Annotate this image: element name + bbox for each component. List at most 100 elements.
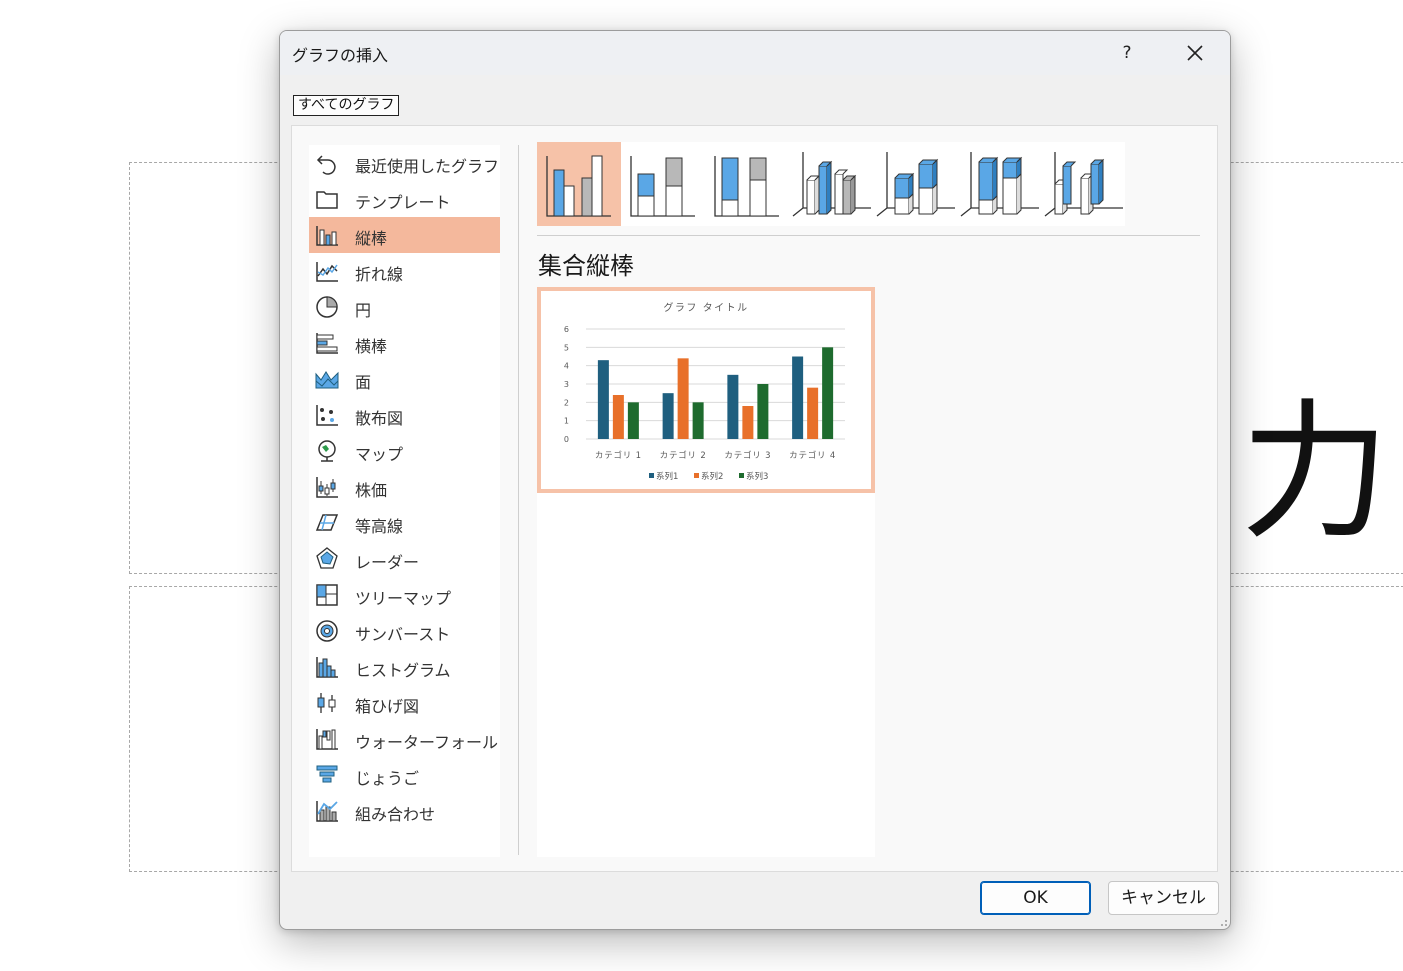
sidebar-item-label: サンバースト (355, 625, 451, 644)
sidebar-item[interactable]: 面 (309, 361, 500, 397)
sidebar-item-label: ウォーターフォール (355, 733, 499, 752)
clustered-column-icon (546, 155, 611, 217)
help-button[interactable]: ? (1112, 37, 1142, 69)
subtype-thumb[interactable] (957, 142, 1041, 226)
chart-preview[interactable]: グラフ タイトル 0 1 2 3 4 5 6 カテゴリ 1 カテゴリ 2 カテゴリ 3 カテゴリ 4 系… (537, 287, 875, 493)
sidebar-item-label: 箱ひげ図 (355, 697, 420, 716)
y-tick-label: 1 (564, 417, 569, 426)
subtype-thumb[interactable] (1041, 142, 1125, 226)
sidebar-item-label: テンプレート (355, 193, 451, 212)
scatter-chart-icon (316, 405, 338, 426)
close-button[interactable] (1176, 37, 1214, 69)
sidebar-item-label: ヒストグラム (355, 661, 451, 680)
sidebar-item[interactable]: レーダー (309, 541, 500, 577)
sidebar-item[interactable]: ヒストグラム (309, 649, 500, 685)
sidebar-item[interactable]: じょうご (309, 757, 500, 793)
sidebar-item[interactable]: 最近使用したグラフ (309, 145, 500, 181)
sidebar-item[interactable]: 縦棒 (309, 217, 500, 253)
3d-stacked-column-icon (876, 152, 955, 217)
chart-bar (597, 360, 609, 439)
legend-label: 系列3 (746, 471, 768, 482)
slide-text-glyph: 力 (1240, 386, 1391, 560)
sidebar-item[interactable]: ウォーターフォール (309, 721, 500, 757)
sidebar-item-label: 株価 (355, 481, 388, 500)
bar-chart-icon (316, 333, 338, 354)
subtype-thumb[interactable] (705, 142, 789, 226)
3d-100-stacked-column-icon (960, 152, 1039, 217)
subtype-thumb[interactable] (873, 142, 957, 226)
sidebar-item[interactable]: 組み合わせ (309, 793, 500, 829)
ok-button[interactable]: OK (980, 881, 1091, 915)
3d-column-icon (1044, 152, 1123, 217)
sidebar-item[interactable]: マップ (309, 433, 500, 469)
chart-title: グラフ タイトル (663, 301, 748, 314)
template-folder-icon (316, 191, 338, 209)
sidebar-item-label: 等高線 (355, 517, 404, 536)
chart-bar (757, 384, 769, 439)
chart-panel: 最近使用したグラフ テンプレート 縦棒折れ線円横棒面散布図マップ株価等高線レーダーツ… (291, 125, 1218, 872)
combo-chart-icon (316, 801, 338, 822)
chart-bar (627, 402, 639, 439)
tab-all-charts[interactable]: すべてのグラフ (293, 95, 400, 116)
chart-bar (677, 358, 689, 439)
sidebar-item-label: 組み合わせ (355, 805, 436, 824)
area-chart-icon (315, 371, 339, 389)
x-tick-label: カテゴリ 3 (724, 450, 771, 461)
chart-preview-svg: グラフ タイトル 0 1 2 3 4 5 6 カテゴリ 1 カテゴリ 2 カテゴリ 3 カテゴリ 4 系… (564, 301, 845, 482)
funnel-chart-icon (316, 765, 338, 783)
surface-chart-icon (315, 514, 339, 531)
sidebar-item[interactable]: 散布図 (309, 397, 500, 433)
close-icon (1187, 45, 1203, 61)
map-chart-icon (318, 440, 336, 462)
legend-label: 系列1 (656, 471, 678, 482)
sidebar-item[interactable]: 箱ひげ図 (309, 685, 500, 721)
subtype-thumb[interactable] (621, 142, 705, 226)
subtype-thumb[interactable] (537, 142, 621, 226)
chart-bar (727, 374, 739, 439)
vertical-divider (518, 145, 519, 855)
y-tick-label: 4 (564, 362, 569, 371)
cancel-button[interactable]: キャンセル (1108, 881, 1219, 915)
x-tick-label: カテゴリ 1 (595, 450, 642, 461)
line-chart-icon (316, 262, 338, 282)
sidebar-item[interactable]: 等高線 (309, 505, 500, 541)
sidebar-item[interactable]: 円 (309, 289, 500, 325)
dialog-titlebar: グラフの挿入 ? (280, 31, 1230, 75)
sidebar-item[interactable]: 株価 (309, 469, 500, 505)
radar-chart-icon (316, 547, 338, 569)
sidebar-item-label: マップ (355, 445, 404, 464)
sidebar-item[interactable]: サンバースト (309, 613, 500, 649)
sidebar-item[interactable]: ツリーマップ (309, 577, 500, 613)
sidebar-item-label: 面 (355, 373, 372, 392)
chart-type-list: 最近使用したグラフ テンプレート 縦棒折れ線円横棒面散布図マップ株価等高線レーダーツ… (309, 145, 500, 857)
100-stacked-column-icon (714, 156, 779, 217)
chart-bar (822, 347, 834, 439)
sunburst-chart-icon (316, 620, 338, 642)
legend-swatch (649, 473, 654, 478)
sidebar-item-label: 最近使用したグラフ (355, 157, 500, 176)
recent-icon (316, 155, 336, 175)
x-tick-label: カテゴリ 4 (789, 450, 836, 461)
dialog-title: グラフの挿入 (292, 46, 389, 65)
chart-bar (807, 387, 819, 439)
resize-grip-icon[interactable] (1218, 917, 1228, 927)
pie-chart-icon (316, 296, 338, 318)
sidebar-item[interactable]: 横棒 (309, 325, 500, 361)
y-tick-label: 0 (564, 435, 569, 444)
sidebar-item-label: レーダー (355, 553, 420, 572)
legend-swatch (694, 473, 699, 478)
chart-bar (612, 395, 624, 439)
sidebar-item[interactable]: テンプレート (309, 181, 500, 217)
insert-chart-dialog: グラフの挿入 ? すべてのグラフ 最近使用したグラフ テンプレート 縦棒折れ線円横棒… (279, 30, 1231, 930)
sidebar-item-label: 縦棒 (355, 229, 388, 248)
preview-column: グラフ タイトル 0 1 2 3 4 5 6 カテゴリ 1 カテゴリ 2 カテゴリ 3 カテゴリ 4 系… (537, 287, 875, 857)
sidebar-item[interactable]: 折れ線 (309, 253, 500, 289)
legend-swatch (739, 473, 744, 478)
histogram-chart-icon (316, 657, 338, 678)
subtype-thumb[interactable] (789, 142, 873, 226)
stock-chart-icon (316, 477, 338, 498)
stacked-column-icon (630, 156, 695, 217)
column-chart-icon (316, 226, 338, 246)
y-tick-label: 3 (564, 380, 569, 389)
y-tick-label: 5 (564, 343, 569, 352)
